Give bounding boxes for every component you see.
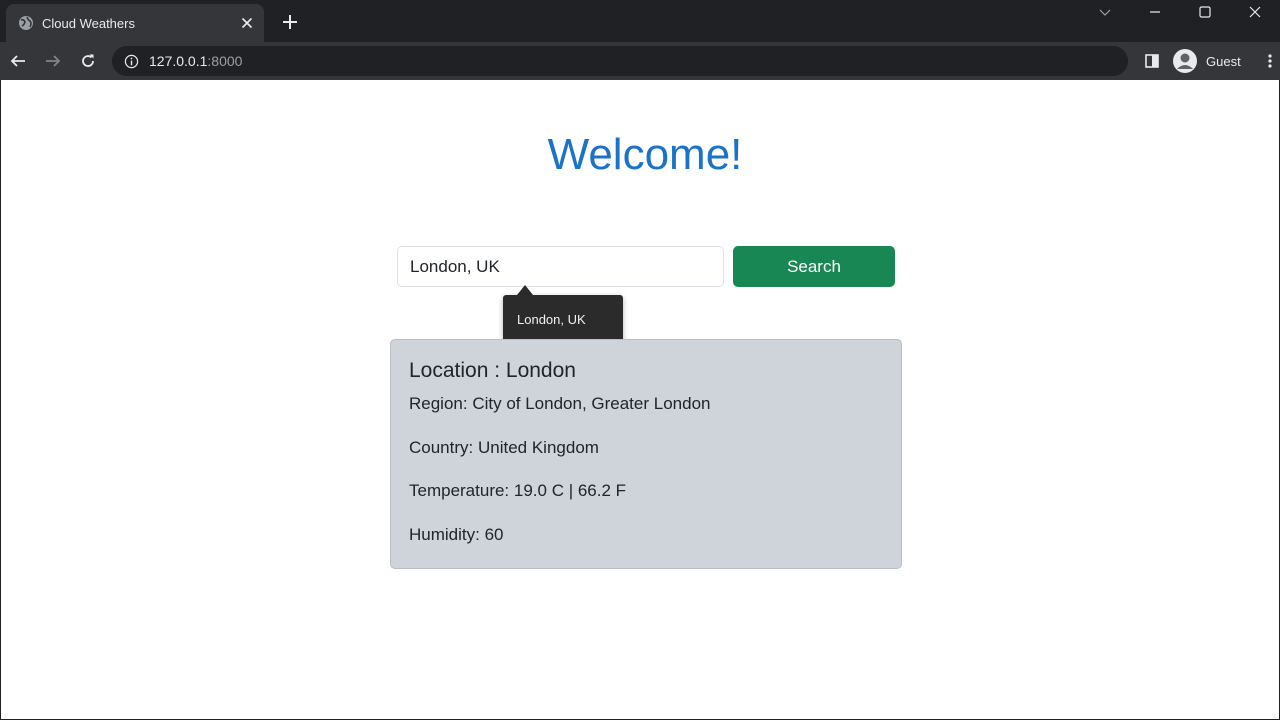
- minimize-icon[interactable]: [1130, 0, 1180, 24]
- tab-title: Cloud Weathers: [42, 15, 135, 31]
- humidity-text: Humidity: 60: [409, 524, 504, 544]
- maximize-icon[interactable]: [1180, 0, 1230, 24]
- search-button[interactable]: Search: [733, 246, 895, 287]
- tooltip-arrow: [517, 285, 533, 295]
- window-controls: [1080, 0, 1280, 24]
- tab-strip: Cloud Weathers: [0, 0, 1280, 42]
- arrow-left-icon[interactable]: [4, 47, 32, 75]
- location-title: Location : London: [409, 359, 576, 382]
- window-close-icon[interactable]: [1230, 0, 1280, 24]
- browser-tab[interactable]: Cloud Weathers: [6, 4, 264, 42]
- page-viewport: Welcome! Search London, UK Location : Lo…: [1, 80, 1279, 719]
- info-icon[interactable]: [124, 54, 139, 69]
- side-panel-icon[interactable]: [1140, 47, 1164, 75]
- plus-icon[interactable]: [276, 8, 304, 36]
- globe-icon: [18, 15, 34, 31]
- country-text: Country: United Kingdom: [409, 437, 599, 457]
- kebab-menu-icon[interactable]: [1262, 47, 1278, 75]
- temperature-text: Temperature: 19.0 C | 66.2 F: [409, 481, 627, 500]
- arrow-right-icon[interactable]: [39, 47, 67, 75]
- url-host: 127.0.0.1: [149, 53, 208, 69]
- search-input[interactable]: [397, 246, 724, 287]
- page-title: Welcome!: [547, 130, 743, 179]
- avatar-icon: [1172, 48, 1198, 74]
- autocomplete-suggestion[interactable]: London, UK: [503, 295, 623, 344]
- address-bar[interactable]: 127.0.0.1:8000: [112, 46, 1128, 76]
- profile-label: Guest: [1206, 53, 1241, 69]
- url-port: :8000: [207, 53, 243, 69]
- weather-card: Location : London Region: City of London…: [390, 339, 902, 569]
- region-text: Region: City of London, Greater London: [409, 394, 711, 413]
- reload-icon[interactable]: [74, 47, 102, 75]
- chevron-down-icon[interactable]: [1080, 0, 1130, 24]
- profile-button[interactable]: Guest: [1172, 46, 1254, 76]
- browser-toolbar: 127.0.0.1:8000 Guest: [0, 42, 1280, 80]
- close-icon[interactable]: [236, 12, 258, 34]
